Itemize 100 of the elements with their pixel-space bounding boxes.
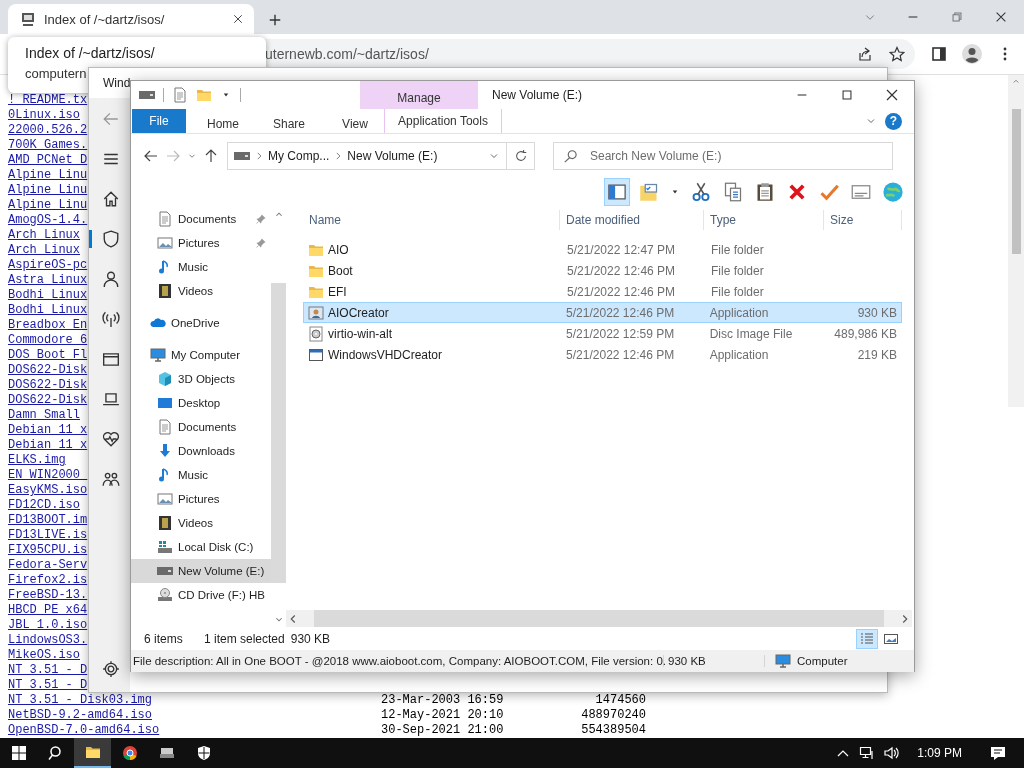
nav-item[interactable]: OneDrive [131, 311, 271, 335]
file-link[interactable]: NetBSD-9.2-amd64.iso [8, 708, 153, 723]
file-link[interactable]: FD12CD.iso [8, 498, 80, 513]
ribbon-tab[interactable]: Home [194, 109, 252, 139]
help-button[interactable]: ? [885, 112, 902, 130]
toolbar-button[interactable] [604, 178, 630, 206]
nav-item[interactable]: New Volume (E:) [131, 559, 271, 583]
file-link[interactable]: 700K Games. [8, 138, 88, 153]
star-icon[interactable] [889, 46, 905, 62]
file-link[interactable]: DOS622-Disk [8, 378, 88, 393]
ribbon-tab[interactable]: File [132, 109, 186, 133]
file-link[interactable]: NT 3.51 - Disk03.img [8, 693, 153, 708]
file-row[interactable]: AIOCreator 5/21/2022 12:46 PM Application 930 KB [303, 302, 902, 323]
file-link[interactable]: Arch Linux [8, 243, 80, 258]
search-field[interactable]: Search New Volume (E:) [553, 142, 893, 170]
file-link[interactable]: Commodore_6 [8, 333, 88, 348]
share-icon[interactable] [857, 46, 873, 62]
side-panel-icon[interactable] [931, 46, 947, 62]
close-icon[interactable] [994, 10, 1008, 24]
file-link[interactable]: AspireOS-pc [8, 258, 88, 273]
file-link[interactable]: Debian 11 x [8, 423, 88, 438]
file-link[interactable]: Debian 11 x [8, 438, 88, 453]
nav-item[interactable]: Documents [131, 207, 271, 231]
file-link[interactable]: DOS Boot Fl [8, 348, 88, 363]
column-header[interactable]: Size [824, 210, 902, 230]
file-link[interactable]: NT 3.51 - D [8, 663, 88, 678]
browser-tab[interactable]: Index of /~dartz/isos/ [8, 4, 254, 34]
file-link[interactable]: Alpine Linu [8, 183, 88, 198]
file-row[interactable]: Boot 5/21/2022 12:46 PM File folder [303, 260, 902, 281]
file-link[interactable]: MikeOS.iso [8, 648, 80, 663]
file-link[interactable]: AMD PCNet D [8, 153, 88, 168]
refresh-button[interactable] [507, 142, 535, 170]
network-icon[interactable] [859, 745, 876, 761]
nav-item[interactable]: Pictures [131, 231, 271, 255]
speaker-icon[interactable] [883, 745, 900, 761]
notification-icon[interactable] [990, 745, 1006, 761]
file-row[interactable]: virtio-win-alt 5/21/2022 12:59 PM Disc Image File 489,986 KB [303, 323, 902, 344]
file-link[interactable]: Arch Linux [8, 228, 80, 243]
nav-item[interactable]: Pictures [131, 487, 271, 511]
file-link[interactable]: 22000.526.2 [8, 123, 88, 138]
nav-item[interactable]: Videos [131, 511, 271, 535]
ribbon-tab[interactable]: View [326, 109, 384, 139]
file-link[interactable]: EN_WIN2000_ [8, 468, 88, 483]
nav-item[interactable]: Desktop [131, 391, 271, 415]
ribbon-tab[interactable]: Application Tools [384, 109, 502, 133]
file-link[interactable]: 0Linux.iso [8, 108, 80, 123]
nav-item[interactable]: 3D Objects [131, 367, 271, 391]
nav-item[interactable]: Documents [131, 415, 271, 439]
maximize-icon[interactable] [839, 88, 854, 102]
close-icon[interactable] [232, 13, 244, 25]
taskbar-button[interactable] [74, 738, 111, 768]
file-link[interactable]: Damn Small [8, 408, 80, 423]
address-field[interactable]: My Comp... New Volume (E:) [227, 142, 507, 170]
file-link[interactable]: LindowsOS3. [8, 633, 88, 648]
scrollbar[interactable] [286, 610, 912, 627]
file-link[interactable]: Bodhi Linux [8, 288, 88, 303]
file-link[interactable]: Astra Linux [8, 273, 88, 288]
file-link[interactable]: FIX95CPU.is [8, 543, 88, 558]
file-link[interactable]: FD13LIVE.is [8, 528, 88, 543]
back-arrow-icon[interactable] [143, 148, 159, 164]
nav-item[interactable]: My Computer [131, 343, 271, 367]
scrollbar-thumb[interactable] [1011, 109, 1021, 254]
scrollbar[interactable] [1008, 75, 1024, 407]
file-link[interactable]: Bodhi Linux [8, 303, 88, 318]
file-link[interactable]: FD13BOOT.im [8, 513, 88, 528]
nav-item[interactable]: Music [131, 463, 271, 487]
file-link[interactable]: FreeBSD-13. [8, 588, 88, 603]
file-row[interactable]: WindowsVHDCreator 5/21/2022 12:46 PM Application 219 KB [303, 344, 902, 365]
ribbon-tab[interactable]: Share [260, 109, 318, 139]
file-link[interactable]: JBL_1.0.iso [8, 618, 88, 633]
new-tab-icon[interactable] [268, 13, 282, 27]
file-row[interactable]: EFI 5/21/2022 12:46 PM File folder [303, 281, 902, 302]
column-header[interactable]: Type [704, 210, 824, 230]
file-link[interactable]: Fedora-Serv [8, 558, 88, 573]
profile-icon[interactable] [962, 44, 982, 64]
file-link[interactable]: HBCD_PE_x64 [8, 603, 88, 618]
document-icon[interactable] [172, 87, 188, 103]
file-link[interactable]: OpenBSD-7.0-amd64.iso [8, 723, 160, 738]
up-arrow-icon[interactable] [203, 148, 219, 164]
file-link[interactable]: Firefox2.is [8, 573, 88, 588]
nav-item[interactable]: Local Disk (C:) [131, 535, 271, 559]
nav-item[interactable]: Videos [131, 279, 271, 303]
nav-item[interactable]: Downloads [131, 439, 271, 463]
column-header[interactable]: Name [303, 210, 560, 230]
nav-item[interactable]: CD Drive (F:) HB [131, 583, 271, 607]
file-link[interactable]: DOS622-Disk [8, 393, 88, 408]
file-link[interactable]: NT 3.51 - D [8, 678, 88, 693]
nav-item[interactable]: Music [131, 255, 271, 279]
file-link[interactable]: AmogOS-1.4. [8, 213, 88, 228]
clock[interactable]: 1:09 PM [917, 746, 962, 760]
restore-icon[interactable] [950, 10, 964, 24]
file-link[interactable]: Alpine Linu [8, 198, 88, 213]
file-link[interactable]: ELKS.img [8, 453, 66, 468]
file-link[interactable]: EasyKMS.iso [8, 483, 88, 498]
file-link[interactable]: DOS622-Disk [8, 363, 88, 378]
file-row[interactable]: AIO 5/21/2022 12:47 PM File folder [303, 239, 902, 260]
file-link[interactable]: Alpine Linu [8, 168, 88, 183]
file-link[interactable]: ! README.tx [8, 93, 88, 108]
file-link[interactable]: Breadbox En [8, 318, 88, 333]
column-header[interactable]: Date modified [560, 210, 704, 230]
